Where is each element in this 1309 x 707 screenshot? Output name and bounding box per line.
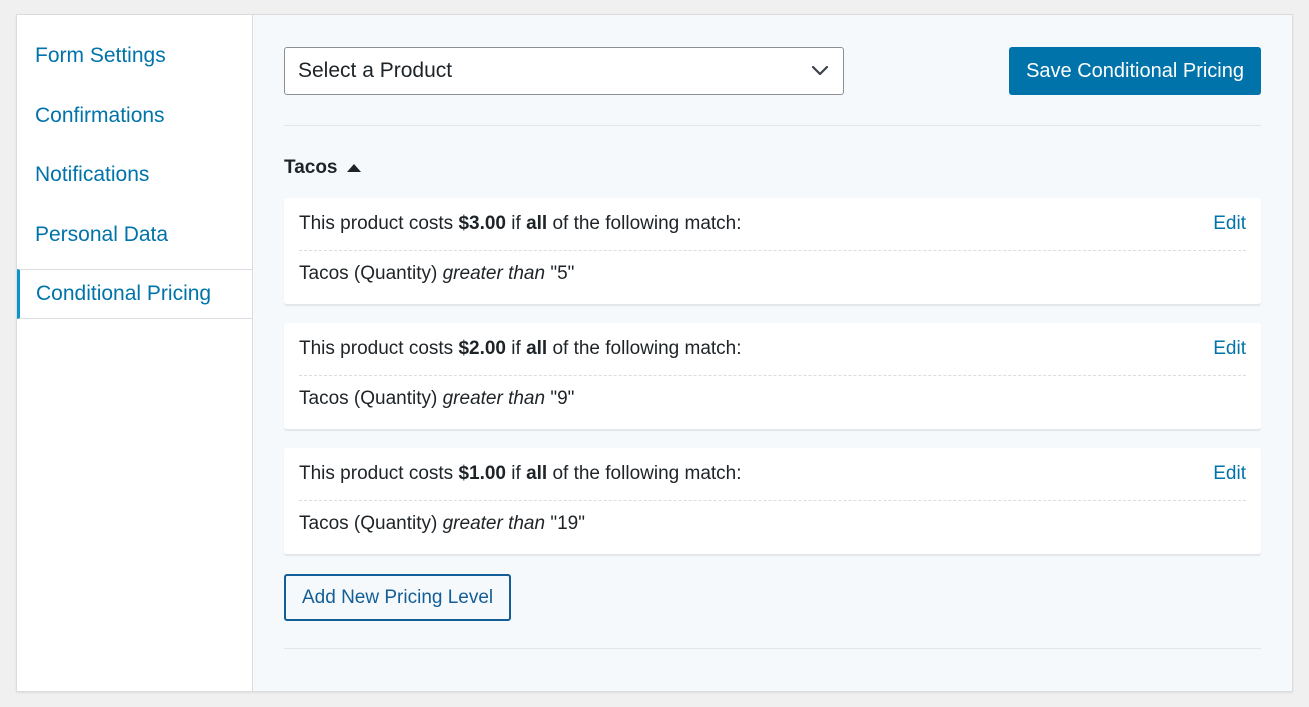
pricing-level-text: This product costs $2.00 if all of the f…	[299, 338, 742, 359]
pricing-level: This product costs $3.00 if all of the f…	[284, 198, 1261, 305]
pricing-level-rule: Tacos (Quantity) greater than "5"	[299, 263, 575, 284]
pricing-level-price: $2.00	[458, 338, 506, 359]
chevron-down-icon	[811, 65, 829, 76]
pricing-level-price: $3.00	[458, 213, 506, 234]
caret-up-icon[interactable]	[346, 164, 361, 172]
pricing-level-summary: This product costs $2.00 if all of the f…	[299, 323, 1246, 376]
pricing-level-text: This product costs $3.00 if all of the f…	[299, 213, 742, 234]
product-name: Tacos	[284, 157, 338, 178]
pricing-level-rule: Tacos (Quantity) greater than "19"	[299, 513, 585, 534]
settings-panel: Form Settings Confirmations Notification…	[16, 14, 1293, 692]
edit-pricing-level-link[interactable]: Edit	[1213, 213, 1246, 235]
rule-operator: greater than	[442, 388, 546, 409]
pricing-level-text: This product costs $1.00 if all of the f…	[299, 463, 742, 484]
pricing-level-summary: This product costs $3.00 if all of the f…	[299, 198, 1246, 251]
save-conditional-pricing-button[interactable]: Save Conditional Pricing	[1009, 47, 1261, 95]
divider	[284, 125, 1261, 126]
pricing-level-price: $1.00	[458, 463, 506, 484]
pricing-level-match: all	[526, 463, 548, 484]
pricing-level-match: all	[526, 338, 548, 359]
sidebar-item-personal-data[interactable]: Personal Data	[17, 206, 252, 266]
conditional-pricing-content: Select a Product Save Conditional Pricin…	[253, 15, 1292, 691]
product-header[interactable]: Tacos	[284, 156, 1261, 180]
divider	[284, 648, 1261, 649]
edit-pricing-level-link[interactable]: Edit	[1213, 463, 1246, 485]
pricing-level-match: all	[526, 213, 548, 234]
pricing-level: This product costs $1.00 if all of the f…	[284, 448, 1261, 555]
pricing-level-rule: Tacos (Quantity) greater than "9"	[299, 388, 575, 409]
sidebar-item-conditional-pricing[interactable]: Conditional Pricing	[17, 269, 252, 319]
rule-operator: greater than	[442, 513, 546, 534]
settings-sidebar: Form Settings Confirmations Notification…	[17, 15, 253, 691]
toolbar: Select a Product Save Conditional Pricin…	[284, 47, 1261, 95]
sidebar-item-confirmations[interactable]: Confirmations	[17, 87, 252, 147]
sidebar-item-form-settings[interactable]: Form Settings	[17, 27, 252, 87]
rule-operator: greater than	[442, 263, 546, 284]
edit-pricing-level-link[interactable]: Edit	[1213, 338, 1246, 360]
product-select[interactable]: Select a Product	[284, 47, 844, 95]
sidebar-item-notifications[interactable]: Notifications	[17, 146, 252, 206]
pricing-level: This product costs $2.00 if all of the f…	[284, 323, 1261, 430]
pricing-level-summary: This product costs $1.00 if all of the f…	[299, 448, 1246, 501]
product-select-value: Select a Product	[298, 59, 453, 82]
add-new-pricing-level-button[interactable]: Add New Pricing Level	[284, 574, 512, 621]
